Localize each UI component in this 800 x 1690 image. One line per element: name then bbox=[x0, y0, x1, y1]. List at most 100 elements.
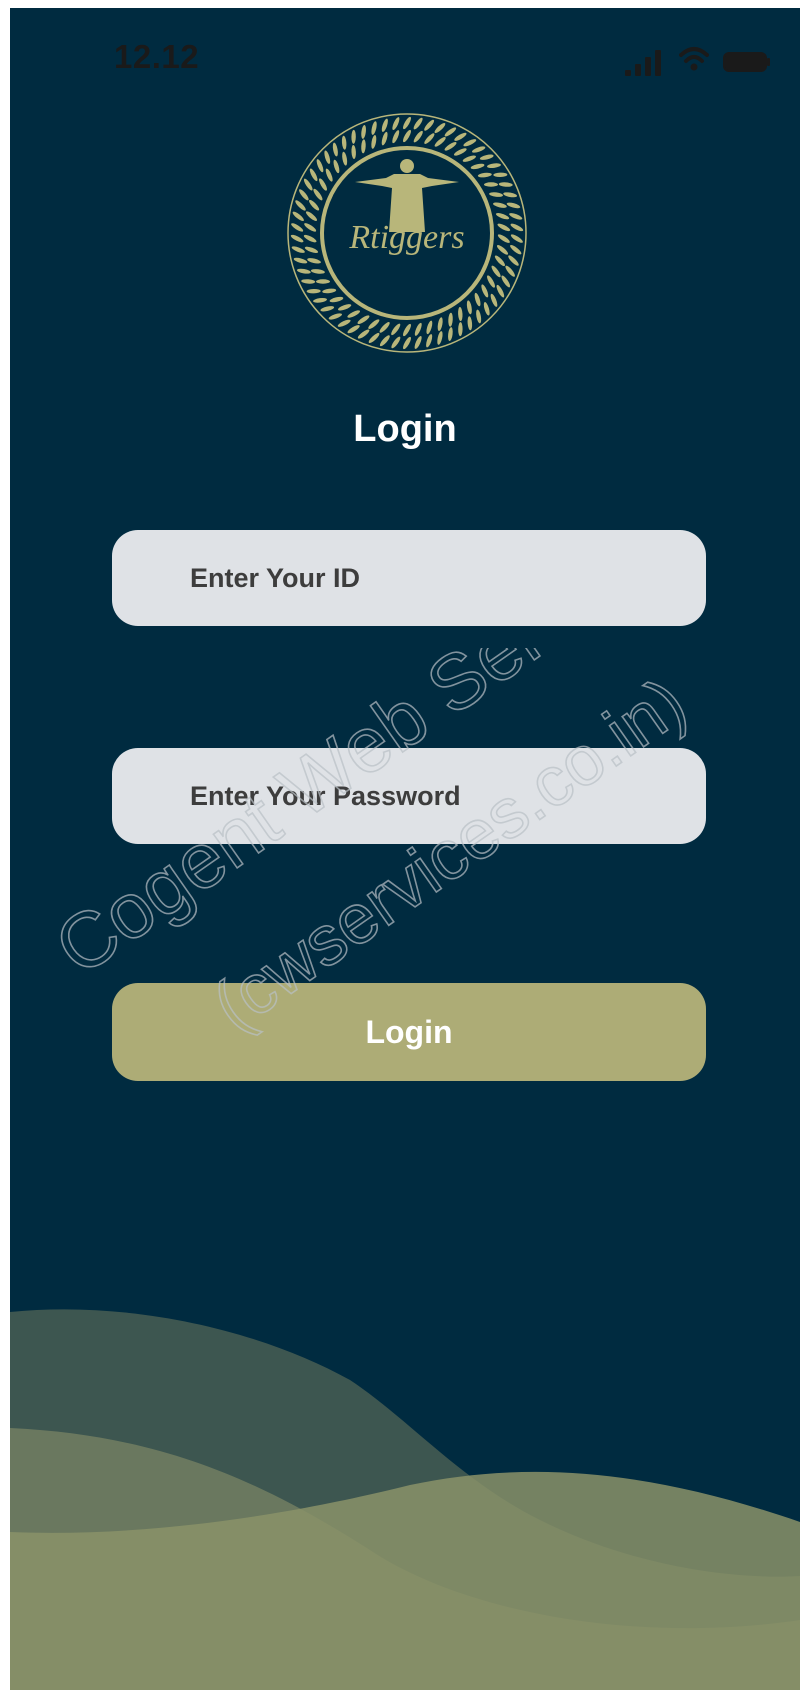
wreath-leaf bbox=[325, 168, 333, 182]
wreath-leaf bbox=[509, 213, 523, 220]
wreath-leaf bbox=[470, 163, 485, 170]
wreath-leaf bbox=[291, 246, 305, 253]
decorative-waves bbox=[10, 1280, 800, 1690]
wreath-leaf bbox=[437, 317, 443, 332]
page-title: Login bbox=[353, 408, 457, 450]
wreath-leaf bbox=[368, 332, 380, 343]
wreath-leaf bbox=[403, 116, 411, 130]
wreath-leaf bbox=[328, 313, 342, 320]
password-input[interactable] bbox=[112, 748, 706, 844]
wreath-leaf bbox=[316, 159, 324, 173]
wreath-leaf bbox=[291, 223, 304, 232]
wreath-leaf bbox=[301, 279, 316, 284]
wreath-leaf bbox=[371, 121, 377, 135]
wreath-leaf bbox=[391, 323, 401, 336]
wreath-leaf bbox=[309, 168, 318, 182]
login-button[interactable]: Login bbox=[112, 983, 706, 1081]
wreath-leaf bbox=[506, 202, 521, 209]
wreath-leaf bbox=[493, 172, 508, 178]
wreath-leaf bbox=[426, 320, 433, 335]
wreath-leaf bbox=[293, 257, 308, 264]
wreath-leaf bbox=[310, 269, 325, 274]
wreath-leaf bbox=[414, 335, 422, 349]
wreath-leaf bbox=[299, 189, 309, 201]
wreath-leaf bbox=[424, 119, 435, 131]
wreath-leaf bbox=[489, 192, 504, 197]
wreath-leaf bbox=[444, 127, 457, 137]
wreath-leaf bbox=[303, 178, 313, 191]
statue-logo-icon: Rtiggers bbox=[287, 113, 527, 353]
wreath-leaf bbox=[474, 292, 481, 307]
id-field[interactable] bbox=[112, 530, 706, 626]
logo-wordmark: Rtiggers bbox=[348, 219, 464, 256]
wreath-leaf bbox=[437, 331, 443, 345]
id-input[interactable] bbox=[112, 530, 706, 626]
wreath-leaf bbox=[347, 325, 360, 334]
wreath-leaf bbox=[303, 234, 317, 243]
wreath-leaf bbox=[306, 288, 321, 294]
wreath-leaf bbox=[361, 124, 366, 139]
wreath-leaf bbox=[319, 178, 327, 191]
wreath-leaf bbox=[426, 334, 433, 348]
wreath-leaf bbox=[487, 275, 495, 288]
wreath-leaf bbox=[342, 151, 348, 166]
wreath-leaf bbox=[368, 319, 380, 329]
wreath-leaf bbox=[392, 117, 400, 131]
status-icons bbox=[625, 42, 775, 78]
wreath-leaf bbox=[347, 310, 361, 318]
wreath-leaf bbox=[424, 133, 435, 144]
wreath-leaf bbox=[498, 182, 513, 187]
wreath-leaf bbox=[481, 284, 489, 298]
wreath-leaf bbox=[379, 322, 390, 333]
wreath-leaf bbox=[444, 142, 457, 151]
wreath-leaf bbox=[463, 139, 477, 147]
wreath-leaf bbox=[351, 144, 356, 159]
wreath-leaf bbox=[472, 146, 486, 153]
wreath-leaf bbox=[315, 279, 330, 284]
wreath-leaf bbox=[351, 129, 356, 144]
wreath-leaf bbox=[476, 309, 482, 324]
status-time: 12.12 bbox=[114, 38, 200, 75]
wreath-leaf bbox=[357, 315, 370, 324]
wreath-leaf bbox=[324, 150, 331, 164]
wreath-leaf bbox=[309, 199, 320, 211]
wreath-leaf bbox=[413, 130, 423, 143]
wreath-leaf bbox=[292, 211, 304, 222]
wreath-leaf bbox=[313, 297, 327, 303]
wreath-leaf bbox=[338, 304, 352, 311]
wreath-leaf bbox=[305, 211, 318, 221]
wreath-leaf bbox=[491, 265, 501, 278]
wreath-leaf bbox=[371, 134, 377, 149]
wreath-leaf bbox=[505, 265, 515, 277]
wreath-leaf bbox=[403, 129, 411, 143]
wreath-leaf bbox=[497, 223, 511, 232]
wreath-leaf bbox=[490, 293, 498, 307]
wreath-leaf bbox=[479, 154, 494, 160]
wifi-icon bbox=[679, 47, 709, 71]
wreath-leaf bbox=[357, 329, 370, 339]
wreath-leaf bbox=[503, 192, 518, 198]
wreath-leaf bbox=[290, 234, 304, 243]
wreath-leaf bbox=[510, 234, 523, 243]
wreath-leaf bbox=[510, 223, 524, 232]
wreath-leaf bbox=[434, 123, 446, 134]
wreath-leaf bbox=[379, 335, 390, 347]
login-screen: 12.12 Rtiggers Login Enter Your ID Login… bbox=[10, 8, 800, 1690]
wreath-leaf bbox=[510, 244, 522, 255]
wreath-leaf bbox=[322, 288, 337, 294]
wreath-leaf bbox=[508, 255, 519, 266]
wreath-leaf bbox=[414, 322, 422, 336]
wreath-leaf bbox=[458, 322, 463, 337]
wreath-leaf bbox=[493, 202, 507, 208]
wreath-leaf bbox=[403, 336, 411, 350]
wreath-leaf bbox=[487, 163, 501, 169]
wreath-leaf bbox=[413, 117, 423, 130]
wreath-leaf bbox=[381, 131, 388, 146]
password-field[interactable] bbox=[112, 748, 706, 844]
wreath-leaf bbox=[466, 300, 472, 315]
wreath-leaf bbox=[313, 188, 323, 201]
wreath-leaf bbox=[332, 142, 338, 157]
wreath-leaf bbox=[484, 182, 499, 187]
wreath-leaf bbox=[434, 137, 446, 147]
wreath-leaf bbox=[458, 307, 463, 322]
